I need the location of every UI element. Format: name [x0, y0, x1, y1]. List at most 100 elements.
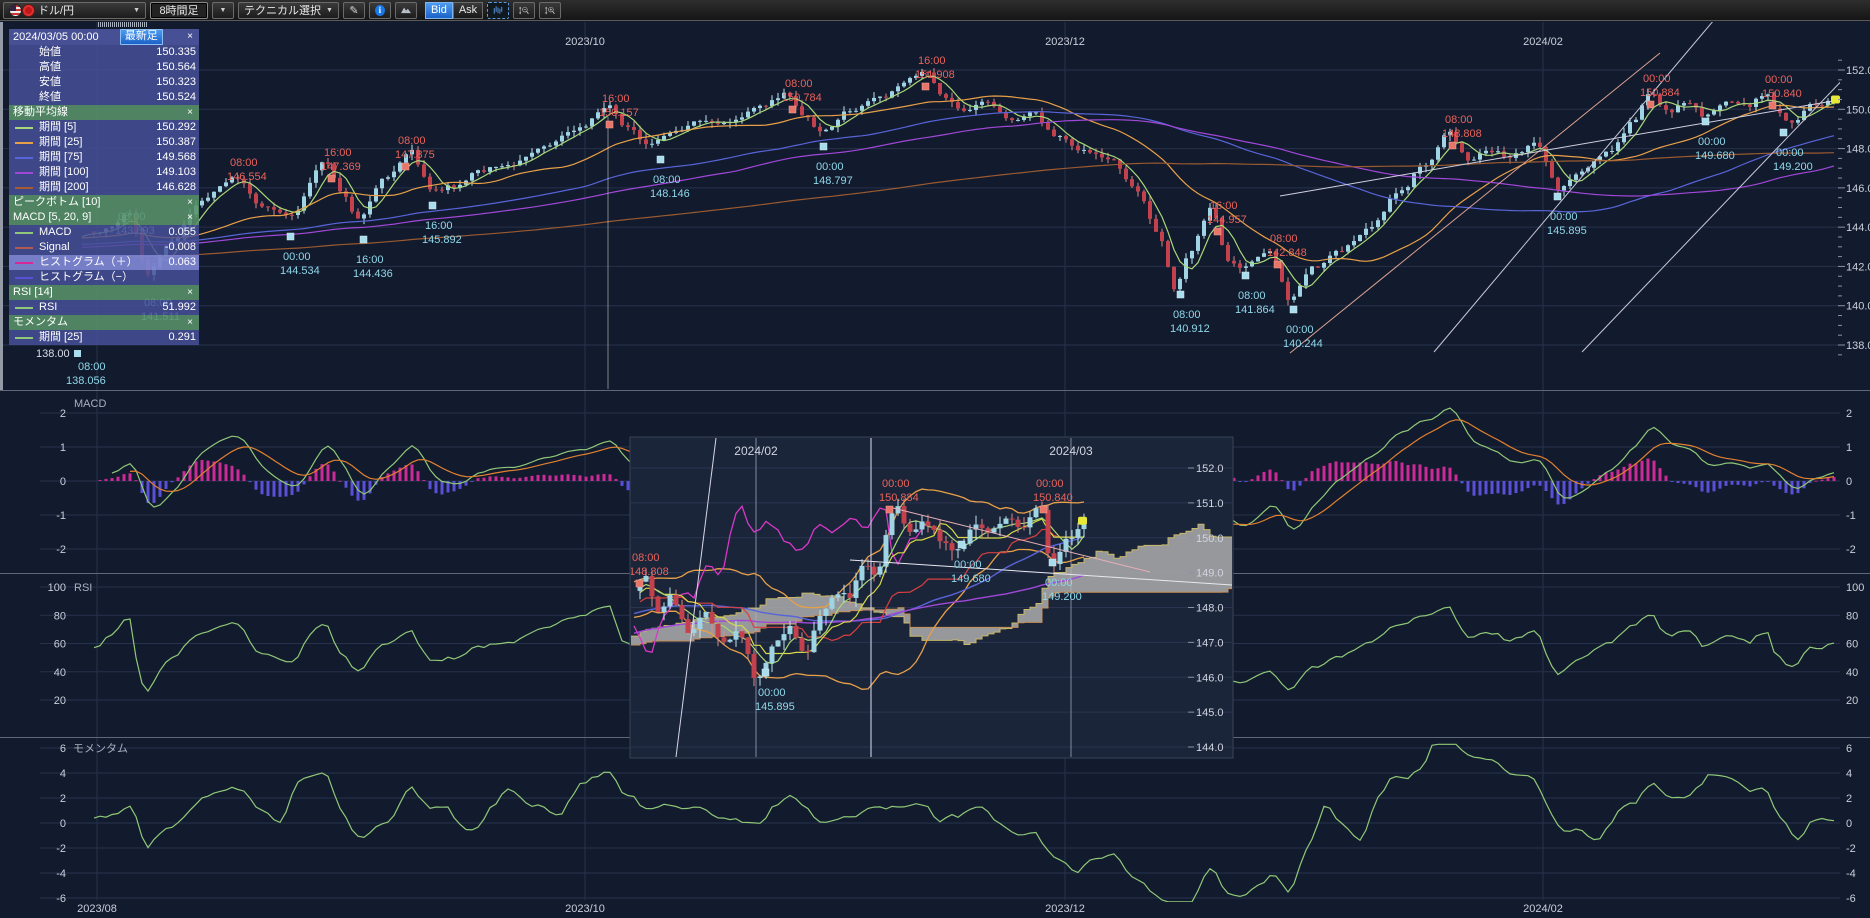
bid-button[interactable]: Bid — [425, 2, 453, 19]
annotation-price: 145.895 — [755, 701, 795, 713]
price-axis-label: 140.0 — [1846, 301, 1870, 313]
row-label: 始値 — [39, 45, 61, 60]
price-axis-label: 138.0 — [1846, 340, 1870, 352]
close-icon[interactable]: × — [184, 210, 196, 225]
currency-pair-selector[interactable]: ドル/円 ▼ — [3, 2, 146, 19]
mountain-chart-button[interactable] — [395, 2, 417, 19]
price-axis-label: 144.0 — [1846, 222, 1870, 234]
annotation-price: 150.784 — [782, 92, 822, 104]
axis-label: 80 — [1846, 610, 1858, 622]
info-button[interactable]: i — [369, 2, 391, 19]
annotation-time: 00:00 — [1776, 147, 1804, 159]
price-axis-label: 152.0 — [1846, 65, 1870, 77]
section-label: MACD [5, 20, 9] — [13, 210, 91, 225]
axis-label: 0 — [60, 476, 66, 488]
row-label: ヒストグラム（＋） — [39, 255, 138, 270]
annotation-time: 08:00 — [632, 552, 660, 564]
momentum-pane-label: モメンタム — [73, 742, 128, 755]
technical-select-button[interactable]: テクニカル選択 ▼ — [238, 2, 339, 19]
legend-row-19: モメンタム × — [9, 315, 199, 330]
row-label: 期間 [200] — [39, 180, 89, 195]
legend-row-12: MACD [5, 20, 9] × — [9, 210, 199, 225]
annotation-time: 00:00 — [1036, 478, 1064, 490]
date-label-top: 2023/12 — [1045, 36, 1085, 48]
row-value: 51.992 — [162, 300, 196, 315]
macd-pane-label: MACD — [74, 398, 106, 410]
trend-line[interactable] — [1290, 53, 1660, 353]
inset-price-label: 152.0 — [1196, 463, 1224, 475]
legend-row-20: 期間 [25]0.291 — [9, 330, 199, 345]
axis-label: -6 — [1846, 893, 1856, 905]
inset-price-label: 146.0 — [1196, 672, 1224, 684]
annotation-price: 145.892 — [422, 234, 462, 246]
inset-chart-window[interactable]: 08:00148.80800:00150.88400:00150.84000:0… — [604, 437, 1240, 758]
chart-area[interactable]: 08:00146.55416:00147.36908:00147.87516:0… — [0, 0, 1870, 918]
axis-label: 100 — [1846, 582, 1864, 594]
price-axis-label: 142.0 — [1846, 261, 1870, 273]
annotation-time: 08:00 — [1238, 290, 1266, 302]
legend-row-15: ヒストグラム（＋）0.063 — [9, 255, 199, 270]
close-icon[interactable]: × — [184, 29, 196, 45]
timeframe-dropdown-button[interactable]: ▼ — [212, 2, 234, 19]
series-color-swatch — [15, 307, 33, 309]
legend-row-4: 終値150.524 — [9, 90, 199, 105]
toolbar: ドル/円 ▼ 8時間足 ▼ テクニカル選択 ▼ ✎ i Bid Ask — [0, 0, 1870, 21]
axis-label: 60 — [54, 639, 66, 651]
axis-label: 1 — [1846, 442, 1852, 454]
series-color-swatch — [15, 157, 33, 159]
row-label: 期間 [25] — [39, 135, 82, 150]
chart-annotation: 08:00140.912 — [1170, 291, 1210, 335]
trend-line[interactable] — [1280, 98, 1850, 196]
row-label: 安値 — [39, 75, 61, 90]
inset-price-label: 150.0 — [1196, 533, 1224, 545]
mountain-icon — [401, 4, 411, 16]
trend-line[interactable] — [1582, 70, 1852, 352]
rsi-pane-label: RSI — [74, 582, 92, 594]
series-color-swatch — [15, 127, 33, 129]
axis-label: 20 — [1846, 695, 1858, 707]
zoom-out-button[interactable] — [513, 2, 535, 19]
axis-label: 6 — [1846, 743, 1852, 755]
chart-type-button[interactable] — [487, 2, 509, 19]
candlestick-icon — [493, 4, 503, 16]
date-label-top: 2023/10 — [565, 36, 605, 48]
axis-label: 20 — [54, 695, 66, 707]
chart-annotation: 00:00149.200 — [1773, 129, 1813, 173]
axis-label: 2 — [1846, 408, 1852, 420]
zoom-in-button[interactable] — [539, 2, 561, 19]
annotation-time: 16:00 — [425, 220, 453, 232]
legend-row-13: MACD0.055 — [9, 225, 199, 240]
date-label-bottom: 2023/08 — [77, 903, 117, 915]
chart-annotation: 08:00141.864 — [1235, 272, 1275, 316]
momentum-pane[interactable]: 6モメンタム420-2-4-66420-2-4-62023/082023/102… — [40, 742, 1856, 915]
annotation-price: 150.840 — [1762, 88, 1802, 100]
row-value: 149.103 — [156, 165, 196, 180]
annotation-time: 16:00 — [602, 93, 630, 105]
latest-bar-button[interactable]: 最新足 — [120, 29, 163, 45]
row-value: 150.335 — [156, 45, 196, 60]
inset-price-label: 151.0 — [1196, 498, 1224, 510]
close-icon[interactable]: × — [184, 315, 196, 330]
annotation-price: 146.554 — [227, 171, 267, 183]
chart-annotation: 08:00146.554 — [227, 157, 267, 183]
annotation-price: 148.808 — [629, 566, 669, 578]
row-label: 期間 [75] — [39, 150, 82, 165]
axis-label: -1 — [1846, 510, 1856, 522]
panel-drag-handle[interactable] — [98, 22, 147, 28]
close-icon[interactable]: × — [184, 195, 196, 210]
annotation-time: 16:00 — [1210, 200, 1238, 212]
pencil-icon: ✎ — [349, 4, 358, 17]
series-color-swatch — [15, 277, 33, 279]
legend-row-14: Signal-0.008 — [9, 240, 199, 255]
close-icon[interactable]: × — [184, 105, 196, 120]
row-label: RSI — [39, 300, 57, 315]
section-label: モメンタム — [13, 315, 68, 330]
series-color-swatch — [15, 172, 33, 174]
chart-annotation: 00:00145.895 — [1547, 193, 1587, 237]
annotation-price: 149.680 — [951, 573, 991, 585]
close-icon[interactable]: × — [184, 285, 196, 300]
ask-button[interactable]: Ask — [453, 2, 483, 19]
draw-pencil-button[interactable]: ✎ — [343, 2, 365, 19]
main-price-pane[interactable]: 08:00146.55416:00147.36908:00147.87516:0… — [0, 20, 1852, 389]
axis-label: 6 — [60, 743, 66, 755]
